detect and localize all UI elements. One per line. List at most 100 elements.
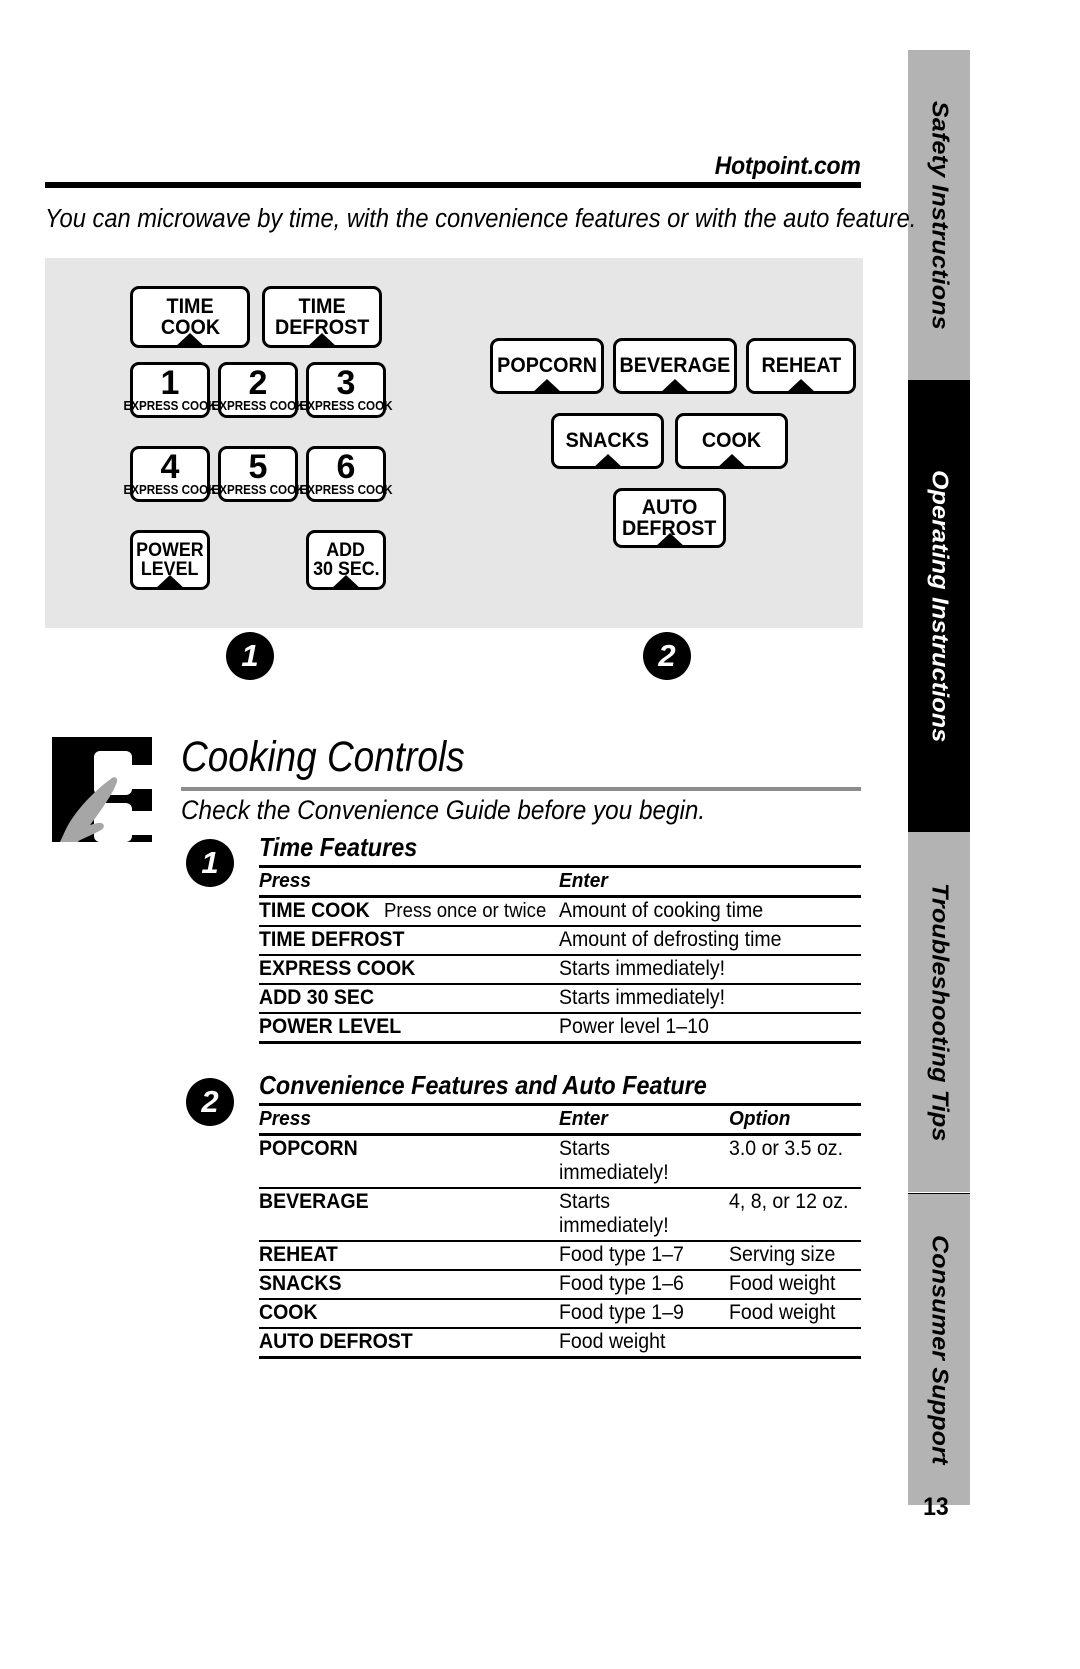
table-row: SNACKS Food type 1–6 Food weight xyxy=(259,1270,861,1300)
sidebar-tab-label: Troubleshooting Tips xyxy=(926,882,953,1142)
cell-option: Food weight xyxy=(729,1299,861,1329)
panel-button-line1: TIME xyxy=(166,294,214,318)
cell-enter: Starts immediately! xyxy=(559,1134,729,1189)
cell-enter: Starts immediately! xyxy=(559,1188,729,1242)
express-number: 2 xyxy=(248,364,268,403)
triangle-notch-icon xyxy=(154,575,186,590)
sidebar-tab-label: Consumer Support xyxy=(926,1234,953,1465)
cell-enter: Food weight xyxy=(559,1328,729,1359)
panel-button-express-cook-3[interactable]: 3 EXPRESS COOK xyxy=(299,362,393,418)
panel-button-auto-defrost[interactable]: AUTO DEFROST xyxy=(613,488,726,548)
cell-option: 4, 8, or 12 oz. xyxy=(729,1188,861,1242)
table-row: AUTO DEFROST Food weight xyxy=(259,1328,861,1359)
express-number: 4 xyxy=(160,448,180,487)
convenience-features-table: Press Enter Option POPCORN Starts immedi… xyxy=(259,1103,861,1359)
cell-option: 3.0 or 3.5 oz. xyxy=(729,1134,861,1189)
express-number: 3 xyxy=(336,364,356,403)
sidebar-tab-consumer-support[interactable]: Consumer Support xyxy=(908,1194,970,1505)
section-tabs-sidebar: Safety Instructions Operating Instructio… xyxy=(908,50,970,1505)
cell-press: EXPRESS COOK xyxy=(259,955,559,985)
panel-button-popcorn[interactable]: POPCORN xyxy=(490,338,604,394)
cell-enter: Amount of defrosting time xyxy=(559,926,861,956)
convenience-features-title: Convenience Features and Auto Feature xyxy=(259,1070,707,1100)
express-sublabel: EXPRESS COOK xyxy=(211,399,305,414)
cell-enter: Food type 1–9 xyxy=(559,1299,729,1329)
panel-button-time-defrost[interactable]: TIME DEFROST xyxy=(262,286,382,348)
table-header-row: Press Enter xyxy=(259,865,861,898)
table-header-row: Press Enter Option xyxy=(259,1103,861,1136)
cell-press: ADD 30 SEC xyxy=(259,984,559,1014)
panel-button-express-cook-4[interactable]: 4 EXPRESS COOK xyxy=(123,446,217,502)
panel-button-express-cook-6[interactable]: 6 EXPRESS COOK xyxy=(299,446,393,502)
panel-button-line1: TIME xyxy=(298,294,346,318)
page-title: Cooking Controls xyxy=(181,733,465,781)
express-sublabel: EXPRESS COOK xyxy=(123,483,217,498)
column-header-enter: Enter xyxy=(559,865,861,898)
table-row: REHEAT Food type 1–7 Serving size xyxy=(259,1241,861,1271)
express-number: 6 xyxy=(336,448,356,487)
cell-press: REHEAT xyxy=(259,1241,559,1271)
sidebar-tab-troubleshooting-tips[interactable]: Troubleshooting Tips xyxy=(908,832,970,1192)
table-row: ADD 30 SEC Starts immediately! xyxy=(259,984,861,1014)
express-sublabel: EXPRESS COOK xyxy=(299,399,393,414)
time-features-title: Time Features xyxy=(259,832,418,862)
panel-button-express-cook-5[interactable]: 5 EXPRESS COOK xyxy=(211,446,305,502)
cell-press: COOK xyxy=(259,1299,559,1329)
column-header-enter: Enter xyxy=(559,1103,729,1136)
panel-button-time-cook[interactable]: TIME COOK xyxy=(130,286,250,348)
column-header-press: Press xyxy=(259,1103,559,1136)
cell-enter: Amount of cooking time xyxy=(559,896,861,927)
site-url: Hotpoint.com xyxy=(715,152,861,180)
section-subtitle: Check the Convenience Guide before you b… xyxy=(181,795,706,825)
triangle-notch-icon xyxy=(591,454,624,469)
cell-enter: Food type 1–7 xyxy=(559,1241,729,1271)
page-number: 13 xyxy=(923,1493,949,1521)
table-row: POPCORN Starts immediately! 3.0 or 3.5 o… xyxy=(259,1134,861,1189)
triangle-notch-icon xyxy=(659,379,691,394)
panel-button-express-cook-1[interactable]: 1 EXPRESS COOK xyxy=(123,362,217,418)
sidebar-tab-label: Operating Instructions xyxy=(926,469,953,743)
express-sublabel: EXPRESS COOK xyxy=(299,483,393,498)
panel-button-snacks[interactable]: SNACKS xyxy=(551,413,664,469)
express-number: 5 xyxy=(248,448,268,487)
sidebar-tab-label: Safety Instructions xyxy=(926,100,953,330)
panel-button-cook[interactable]: COOK xyxy=(675,413,788,469)
hand-pressing-button-icon xyxy=(52,737,172,842)
panel-button-reheat[interactable]: REHEAT xyxy=(746,338,856,394)
cell-enter: Starts immediately! xyxy=(559,984,861,1014)
control-panel-diagram: TIME COOK TIME DEFROST 1 EXPRESS COOK 2 … xyxy=(45,258,863,628)
triangle-notch-icon xyxy=(174,333,206,348)
callout-bubble-2: 2 xyxy=(643,632,691,680)
panel-button-express-cook-2[interactable]: 2 EXPRESS COOK xyxy=(211,362,305,418)
express-number: 1 xyxy=(160,364,180,403)
table-row: EXPRESS COOK Starts immediately! xyxy=(259,955,861,985)
table-row: COOK Food type 1–9 Food weight xyxy=(259,1299,861,1329)
table-row: POWER LEVEL Power level 1–10 xyxy=(259,1013,861,1044)
intro-text: You can microwave by time, with the conv… xyxy=(45,205,917,233)
cell-press: TIME COOK Press once or twice xyxy=(259,896,559,927)
panel-button-label: COOK xyxy=(701,429,762,453)
section-title-rule xyxy=(181,787,861,791)
panel-button-label: POPCORN xyxy=(497,354,597,378)
panel-button-line1: POWER xyxy=(136,539,204,561)
panel-button-add-30-sec[interactable]: ADD 30 SEC. xyxy=(306,530,386,590)
cell-press: SNACKS xyxy=(259,1270,559,1300)
sidebar-tab-operating-instructions[interactable]: Operating Instructions xyxy=(908,380,970,832)
panel-button-label: BEVERAGE xyxy=(619,354,731,378)
cell-option xyxy=(729,1328,861,1359)
cell-press: POWER LEVEL xyxy=(259,1013,559,1044)
triangle-notch-icon xyxy=(306,333,338,348)
column-header-option: Option xyxy=(729,1103,861,1136)
header-rule xyxy=(45,182,861,188)
triangle-notch-icon xyxy=(531,379,563,394)
sidebar-tab-safety-instructions[interactable]: Safety Instructions xyxy=(908,50,970,380)
callout-bubble-1: 1 xyxy=(226,632,274,680)
triangle-notch-icon xyxy=(653,533,686,548)
triangle-notch-icon xyxy=(330,575,362,590)
panel-button-power-level[interactable]: POWER LEVEL xyxy=(130,530,210,590)
cell-press: TIME DEFROST xyxy=(259,926,559,956)
panel-button-beverage[interactable]: BEVERAGE xyxy=(613,338,737,394)
table-row: TIME COOK Press once or twice Amount of … xyxy=(259,896,861,927)
express-sublabel: EXPRESS COOK xyxy=(123,399,217,414)
table-row: TIME DEFROST Amount of defrosting time xyxy=(259,926,861,956)
